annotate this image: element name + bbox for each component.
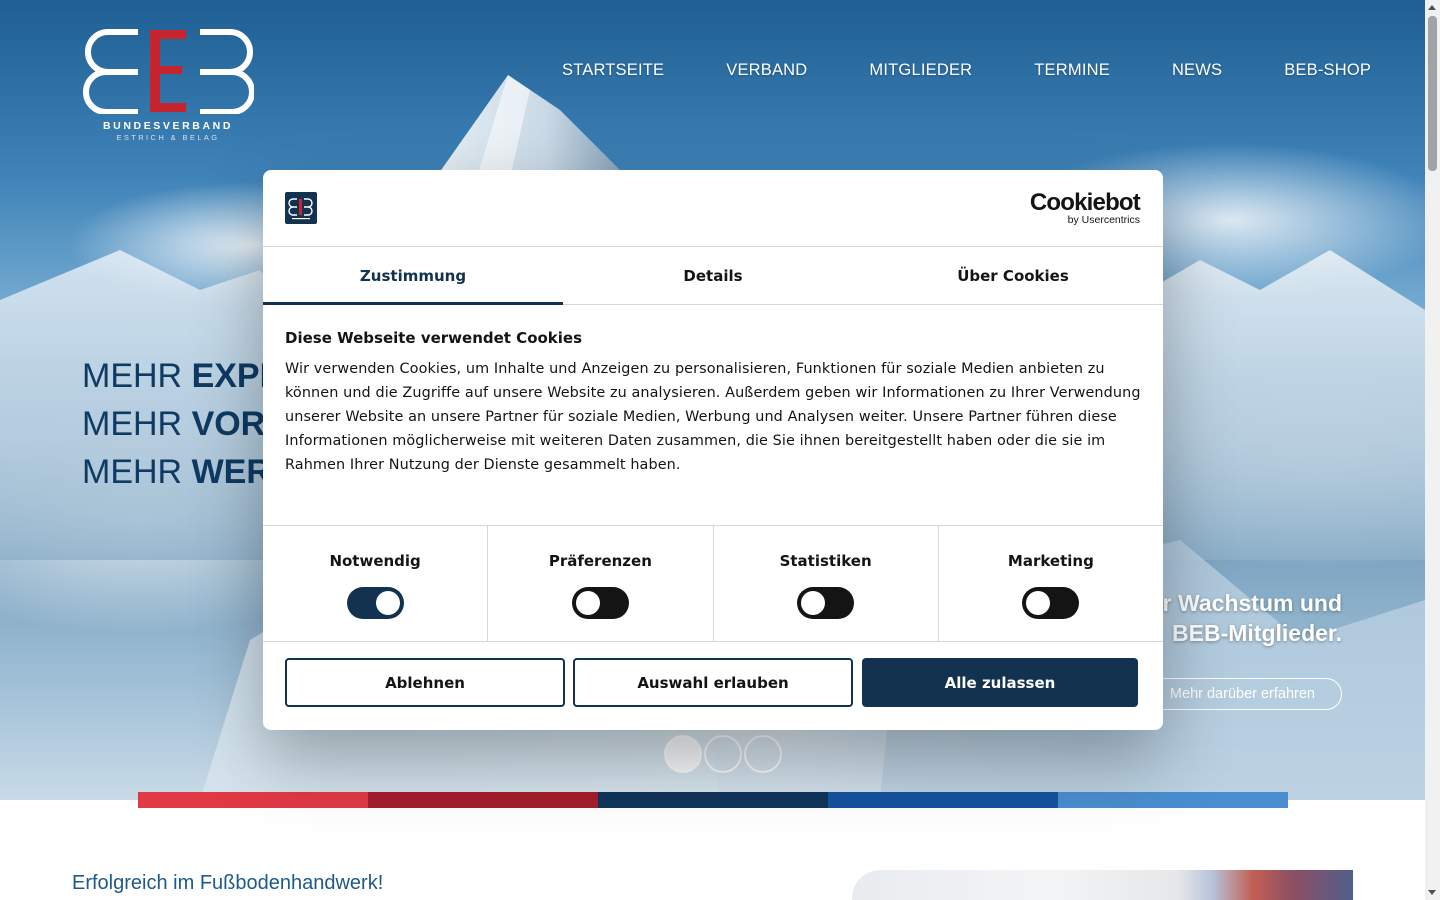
band-segment [828, 792, 1058, 808]
allow-all-button[interactable]: Alle zulassen [862, 658, 1138, 707]
tab-zustimmung[interactable]: Zustimmung [263, 247, 563, 305]
dialog-buttons: Ablehnen Auswahl erlauben Alle zulassen [263, 642, 1163, 707]
brand-color-band [138, 792, 1288, 808]
beb-logo-mark [82, 28, 255, 115]
logo-subtext: ESTRICH & BELAG [116, 133, 220, 142]
scroll-up-arrow-icon[interactable] [1428, 5, 1436, 10]
band-segment [1058, 792, 1288, 808]
beb-monogram-icon [83, 29, 255, 115]
toggle-necessary: Notwendig [263, 526, 489, 641]
slider-dot-2[interactable] [704, 735, 742, 773]
logo-text: BUNDESVERBAND [102, 120, 234, 132]
slider-dot-1[interactable] [664, 735, 702, 773]
nav-termine[interactable]: TERMINE [1034, 61, 1110, 80]
band-segment [138, 792, 368, 808]
toggle-preferences: Präferenzen [488, 526, 714, 641]
beb-logo[interactable]: BUNDESVERBAND ESTRICH & BELAG [82, 28, 255, 142]
dialog-title: Diese Webseite verwendet Cookies [285, 329, 583, 347]
dialog-body: Diese Webseite verwendet Cookies Wir ver… [263, 305, 1163, 526]
band-segment [598, 792, 828, 808]
page-scrollbar[interactable] [1425, 0, 1440, 900]
slogan-line: MEHR WERT [82, 453, 292, 491]
dialog-description: Wir verwenden Cookies, um Inhalte und An… [285, 361, 1141, 473]
nav-beb-shop[interactable]: BEB-SHOP [1284, 61, 1371, 80]
tab-details[interactable]: Details [563, 247, 863, 304]
cookie-consent-dialog: Cookiebot by Usercentrics Zustimmung Det… [263, 170, 1163, 730]
scroll-thumb[interactable] [1428, 16, 1437, 171]
main-navigation: STARTSEITE VERBAND MITGLIEDER TERMINE NE… [562, 61, 1371, 80]
band-segment [368, 792, 598, 808]
preferences-switch[interactable] [571, 587, 629, 619]
dialog-header: Cookiebot by Usercentrics [263, 170, 1163, 247]
cookiebot-logo[interactable]: Cookiebot by Usercentrics [1030, 191, 1141, 227]
teaser-image [852, 870, 1353, 900]
statistics-switch[interactable] [797, 587, 855, 619]
allow-selection-button[interactable]: Auswahl erlauben [573, 658, 853, 707]
slider-dot-3[interactable] [744, 735, 782, 773]
site-logo-icon [285, 192, 317, 224]
dialog-tabs: Zustimmung Details Über Cookies [263, 247, 1163, 305]
toggle-statistics: Statistiken [714, 526, 939, 641]
necessary-switch[interactable] [346, 587, 404, 619]
section-heading: Erfolgreich im Fußbodenhandwerk! [72, 872, 384, 894]
nav-startseite[interactable]: STARTSEITE [562, 61, 664, 80]
nav-verband[interactable]: VERBAND [726, 61, 807, 80]
nav-mitglieder[interactable]: MITGLIEDER [869, 61, 972, 80]
slogan-line: MEHR EXPE [82, 357, 283, 395]
slider-pagination [664, 735, 784, 773]
slogan-line: MEHR VORS [82, 405, 288, 443]
nav-news[interactable]: NEWS [1172, 61, 1222, 80]
hero-slogan: MEHR EXPE MEHR VORS MEHR WERT [82, 352, 292, 496]
decline-button[interactable]: Ablehnen [285, 658, 565, 707]
marketing-switch[interactable] [1022, 587, 1080, 619]
consent-toggles: Notwendig Präferenzen Statistiken Market… [263, 526, 1163, 642]
scroll-down-arrow-icon[interactable] [1428, 890, 1436, 895]
tab-ueber-cookies[interactable]: Über Cookies [863, 247, 1163, 304]
toggle-marketing: Marketing [939, 526, 1163, 641]
